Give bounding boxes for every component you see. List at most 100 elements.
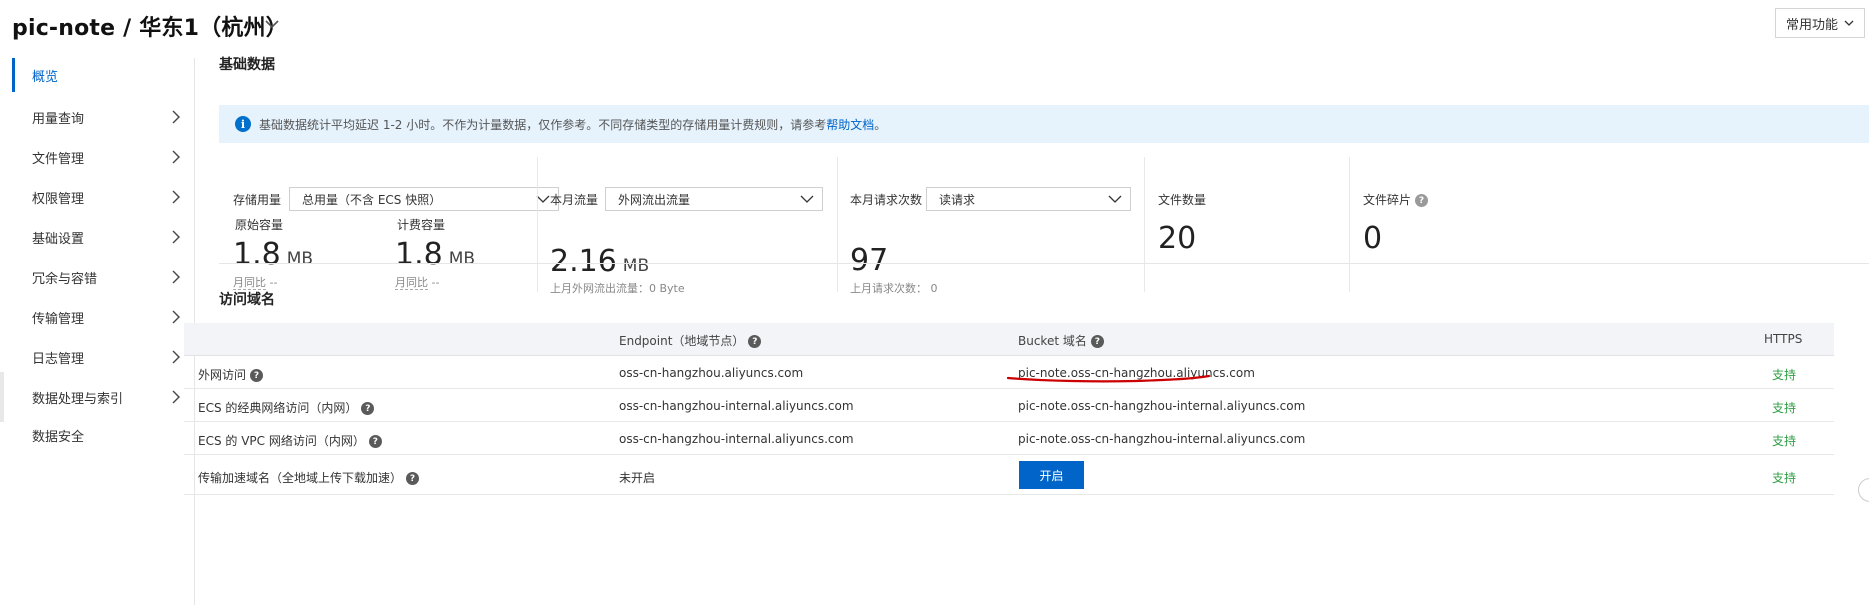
basic-data-title: 基础数据 [219,57,275,73]
row-name-text: ECS 的 VPC 网络访问（内网） [198,434,365,448]
sidebar-item-label: 权限管理 [32,191,85,207]
help-icon[interactable]: ? [748,335,762,348]
request-type-value: 读请求 [939,192,976,207]
red-underline-annotation [1006,374,1211,383]
file-count-value: 20 [1158,221,1197,256]
help-icon[interactable]: ? [250,369,264,382]
chevron-right-icon [172,150,180,164]
billing-capacity-label: 计费容量 [397,218,446,232]
row-name-text: ECS 的经典网络访问（内网） [198,401,358,415]
traffic-type-value: 外网流出流量 [618,192,691,207]
row-name: 传输加速域名（全地域上传下载加速）? [198,469,420,486]
section-divider [219,263,1869,264]
info-icon: i [235,116,251,132]
row-endpoint: 未开启 [619,471,656,485]
page-title: pic-note / 华东1（杭州） [12,16,288,41]
sidebar-item-permissions[interactable]: 权限管理 [12,180,194,214]
chevron-down-icon [1108,195,1122,203]
common-functions-label: 常用功能 [1785,17,1838,33]
billing-capacity-value: 1.8 MB [395,237,475,272]
original-capacity-unit: MB [286,249,314,269]
sidebar-item-transfer[interactable]: 传输管理 [12,300,194,334]
monthly-requests-card: 本月请求次数 读请求 97 上月请求次数： 0 [837,157,1145,317]
file-fragments-label: 文件碎片? [1363,191,1429,208]
row-bucket-domain: pic-note.oss-cn-hangzhou-internal.aliyun… [1018,432,1306,446]
file-fragments-value: 0 [1363,221,1383,256]
table-row: ECS 的 VPC 网络访问（内网）? oss-cn-hangzhou-inte… [184,422,1834,455]
file-fragments-card: 文件碎片? 0 [1349,157,1649,317]
last-month-requests-value: 0 [930,282,938,295]
sidebar-item-data-security[interactable]: 数据安全 [12,418,194,452]
sidebar-item-label: 概览 [32,69,59,85]
sidebar-item-label: 冗余与容错 [32,271,98,287]
sidebar-item-basic-settings[interactable]: 基础设置 [12,220,194,254]
monthly-requests-value: 97 [850,243,889,278]
chevron-right-icon [172,390,180,404]
sidebar-item-label: 数据处理与索引 [32,391,124,407]
info-banner: i 基础数据统计平均延迟 1-2 小时。不作为计量数据，仅作参考。不同存储类型的… [219,105,1869,143]
original-capacity-note: 月同比 -- [233,274,277,290]
monthly-traffic-value: 2.16 MB [550,244,649,279]
bucket-header: Bucket 域名? [1018,332,1104,349]
mom-value: -- [431,276,440,289]
endpoint-header: Endpoint（地域节点）? [619,332,762,349]
row-name: 外网访问? [198,366,264,383]
sidebar-item-label: 文件管理 [32,151,85,167]
storage-usage-label: 存储用量 [233,193,282,207]
sidebar-item-logs[interactable]: 日志管理 [12,340,194,374]
chevron-right-icon [172,350,180,364]
original-capacity-label: 原始容量 [235,218,284,232]
sidebar-item-label: 基础设置 [32,231,85,247]
row-name: ECS 的经典网络访问（内网）? [198,399,375,416]
help-icon[interactable]: ? [1415,194,1429,207]
help-doc-link[interactable]: 帮助文档 [826,116,874,133]
mom-label: 月同比 [233,276,266,290]
chevron-down-icon [1844,20,1854,26]
original-capacity-value: 1.8 MB [233,237,313,272]
info-text: 基础数据统计平均延迟 1-2 小时。不作为计量数据，仅作参考。不同存储类型的存储… [259,117,827,132]
chevron-down-icon[interactable] [262,14,282,34]
last-month-requests-note: 上月请求次数： 0 [850,280,938,296]
sidebar-item-files[interactable]: 文件管理 [12,140,194,174]
row-endpoint: oss-cn-hangzhou.aliyuncs.com [619,366,804,380]
file-count-label: 文件数量 [1158,193,1207,207]
sidebar-scroll-handle[interactable] [0,372,4,422]
sidebar-item-label: 传输管理 [32,311,85,327]
https-header: HTTPS [1764,332,1803,346]
file-fragments-label-text: 文件碎片 [1363,193,1412,207]
sidebar-item-label: 数据安全 [32,429,85,445]
bucket-header-text: Bucket 域名 [1018,334,1087,348]
row-name-text: 外网访问 [198,368,247,382]
request-type-select[interactable]: 读请求 [926,187,1131,211]
traffic-unit: MB [622,256,650,276]
endpoint-header-text: Endpoint（地域节点） [619,334,745,348]
top-bar: pic-note / 华东1（杭州） 常用功能 [0,0,1869,50]
help-icon[interactable]: ? [361,402,375,415]
sidebar-item-label: 用量查询 [32,111,85,127]
enable-acceleration-button[interactable]: 开启 [1019,461,1084,489]
sidebar-item-redundancy[interactable]: 冗余与容错 [12,260,194,294]
billing-capacity-unit: MB [448,249,476,269]
chevron-right-icon [172,190,180,204]
file-count-card: 文件数量 20 [1144,157,1349,317]
table-row: ECS 的经典网络访问（内网）? oss-cn-hangzhou-interna… [184,389,1834,422]
info-tail: 。 [874,117,887,132]
mom-label: 月同比 [395,276,428,290]
help-icon[interactable]: ? [1090,335,1104,348]
common-functions-button[interactable]: 常用功能 [1775,8,1865,38]
help-icon[interactable]: ? [368,435,382,448]
storage-type-select[interactable]: 总用量（不含 ECS 快照） [289,187,559,211]
help-icon[interactable]: ? [406,472,420,485]
monthly-traffic-card: 本月流量 外网流出流量 2.16 MB 上月外网流出流量：0 Byte [537,157,837,317]
sidebar-item-usage[interactable]: 用量查询 [12,100,194,134]
mom-value: -- [269,276,278,289]
sidebar-item-data-processing[interactable]: 数据处理与索引 [12,380,194,414]
row-endpoint: oss-cn-hangzhou-internal.aliyuncs.com [619,399,854,413]
chevron-right-icon [172,310,180,324]
table-row: 传输加速域名（全地域上传下载加速）? 未开启 开启 支持 [184,455,1834,495]
sidebar-item-overview[interactable]: 概览 [12,58,194,92]
monthly-requests-label: 本月请求次数 [850,193,923,207]
traffic-type-select[interactable]: 外网流出流量 [605,187,823,211]
sidebar-item-label: 日志管理 [32,351,85,367]
monthly-traffic-label: 本月流量 [550,193,599,207]
